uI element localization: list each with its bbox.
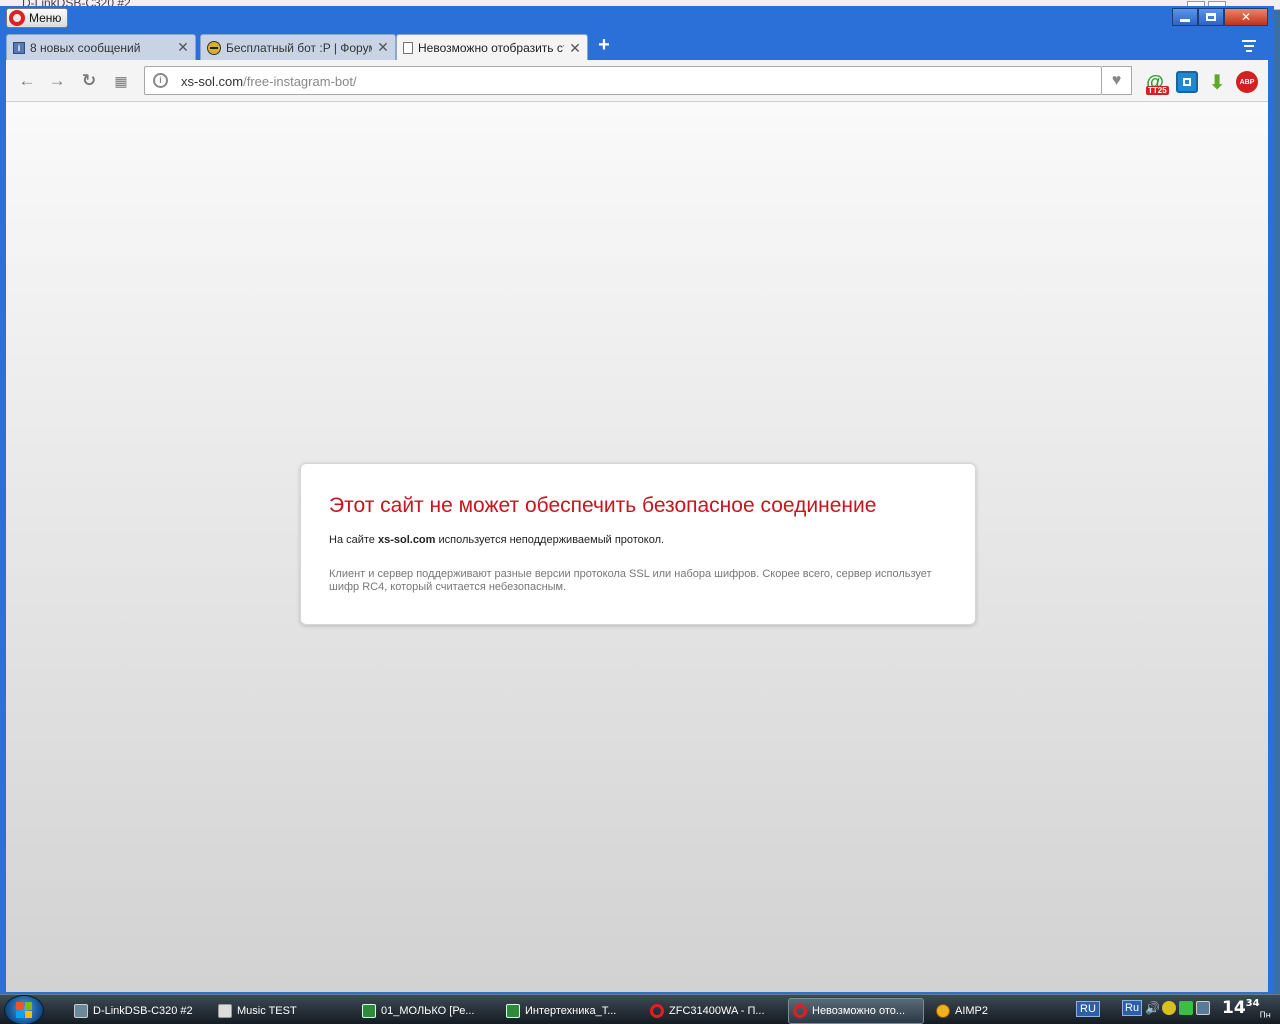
system-tray: Ru 🔊	[1122, 1000, 1211, 1016]
taskbar-item-intertehnika[interactable]: Интертехника_Т...	[502, 998, 642, 1024]
close-button[interactable]: ✕	[1224, 8, 1268, 26]
sound-app-icon	[218, 1004, 232, 1018]
volume-icon[interactable]: 🔊	[1145, 1001, 1160, 1015]
opera-window: Меню ✕ i 8 новых сообщений ✕ Бесплатный …	[0, 6, 1274, 994]
taskbar-item-music-test[interactable]: Music TEST	[214, 998, 354, 1024]
bot-avatar-icon	[207, 40, 221, 55]
tab-title: Невозможно отобразить стр	[418, 41, 564, 55]
page-content: Этот сайт не может обеспечить безопасное…	[6, 102, 1268, 992]
speed-dial-grid-icon[interactable]: ▦	[110, 70, 132, 92]
bookmark-heart-icon[interactable]: ♥	[1102, 66, 1132, 95]
adblock-plus-icon[interactable]: ABP	[1236, 71, 1258, 93]
error-message: На сайте xs-sol.com используется неподде…	[329, 534, 947, 546]
minimize-button[interactable]	[1172, 8, 1198, 26]
taskbar-item-label: D-LinkDSB-C320 #2	[93, 1005, 193, 1017]
address-bar[interactable]: i xs-sol.com/free-instagram-bot/	[144, 66, 1102, 95]
navigation-toolbar: ← → ↻ ▦ i xs-sol.com/free-instagram-bot/…	[6, 60, 1268, 102]
maximize-button[interactable]	[1198, 8, 1224, 26]
taskbar-item-label: Music TEST	[237, 1005, 297, 1017]
error-message-prefix: На сайте	[329, 534, 378, 546]
windows-logo-icon	[16, 1002, 32, 1018]
spreadsheet-icon	[362, 1004, 376, 1018]
taskbar-item-label: Невозможно ото...	[812, 1005, 906, 1017]
reload-icon[interactable]: ↻	[78, 70, 100, 92]
site-info-icon[interactable]: i	[153, 73, 168, 88]
error-domain: xs-sol.com	[377, 534, 436, 546]
tab-error-page[interactable]: Невозможно отобразить стр ✕	[396, 34, 588, 61]
start-button[interactable]	[4, 995, 44, 1024]
tt25-badge: TT25	[1146, 86, 1169, 95]
tab-title: Бесплатный бот :P | Форум	[226, 40, 372, 55]
tab-free-bot[interactable]: Бесплатный бот :P | Форум ✕	[200, 34, 396, 60]
url-text[interactable]: xs-sol.com/free-instagram-bot/	[181, 74, 357, 89]
clock[interactable]: 1434Пн	[1222, 998, 1271, 1019]
error-card: Этот сайт не может обеспечить безопасное…	[300, 463, 976, 625]
taskbar: D-LinkDSB-C320 #2 Music TEST 01_МОЛЬКО […	[0, 994, 1280, 1024]
menu-label: Меню	[29, 11, 62, 25]
aimp-icon	[936, 1004, 950, 1018]
spreadsheet-icon	[506, 1004, 520, 1018]
error-detail: Клиент и сервер поддерживают разные верс…	[329, 568, 932, 593]
window-controls: ✕	[1172, 8, 1268, 26]
clock-day: Пн	[1259, 1010, 1271, 1020]
tray-language-icon[interactable]: Ru	[1122, 1000, 1143, 1016]
download-arrow-icon[interactable]: ⬇	[1206, 71, 1228, 94]
opera-menu-button[interactable]: Меню	[6, 8, 68, 28]
back-arrow-icon[interactable]: ←	[16, 70, 38, 92]
screenshot-square-icon[interactable]	[1176, 71, 1198, 93]
taskbar-item-error-page[interactable]: Невозможно ото...	[788, 998, 924, 1024]
taskbar-item-zfc[interactable]: ZFC31400WA - П...	[646, 998, 786, 1024]
error-title: Этот сайт не может обеспечить безопасное…	[329, 494, 877, 517]
opera-icon	[650, 1004, 664, 1018]
error-message-suffix: используется неподдерживаемый протокол.	[435, 534, 665, 546]
clock-minute: 34	[1245, 998, 1260, 1009]
tray-app-icon[interactable]	[1162, 1001, 1177, 1015]
language-indicator[interactable]: RU	[1076, 1001, 1100, 1017]
tab-close-icon[interactable]: ✕	[569, 40, 581, 57]
clock-hour: 14	[1222, 998, 1246, 1018]
url-path: /free-instagram-bot/	[243, 74, 357, 89]
tab-menu-icon[interactable]	[1242, 40, 1256, 55]
document-icon	[403, 42, 413, 54]
taskbar-item-dlink[interactable]: D-LinkDSB-C320 #2	[70, 998, 210, 1024]
tab-title: 8 новых сообщений	[30, 40, 141, 55]
url-domain: xs-sol.com	[181, 74, 244, 89]
minimize-icon	[1180, 18, 1190, 22]
title-bar: Меню ✕	[6, 6, 1268, 32]
camera-app-icon	[74, 1004, 88, 1018]
forward-arrow-icon[interactable]: →	[46, 70, 68, 92]
tab-bar: i 8 новых сообщений ✕ Бесплатный бот :P …	[6, 32, 1268, 61]
taskbar-item-label: ZFC31400WA - П...	[669, 1005, 765, 1017]
tab-close-icon[interactable]: ✕	[177, 39, 189, 56]
tray-green-icon[interactable]	[1179, 1001, 1194, 1015]
tt25-mail-icon[interactable]: @ TT25	[1144, 71, 1169, 95]
taskbar-item-molko[interactable]: 01_МОЛЬКО [Ре...	[358, 998, 498, 1024]
maximize-icon	[1206, 13, 1216, 21]
taskbar-item-label: 01_МОЛЬКО [Ре...	[381, 1005, 475, 1017]
network-icon[interactable]	[1196, 1001, 1211, 1015]
opera-logo-icon	[9, 10, 25, 26]
new-tab-button[interactable]: +	[594, 35, 614, 56]
taskbar-item-label: AIMP2	[955, 1005, 989, 1017]
opera-icon	[793, 1004, 807, 1018]
taskbar-item-label: Интертехника_Т...	[525, 1005, 617, 1017]
tab-messages[interactable]: i 8 новых сообщений ✕	[6, 34, 196, 60]
taskbar-item-aimp[interactable]: AIMP2	[932, 998, 1052, 1024]
message-icon: i	[13, 41, 25, 54]
tab-close-icon[interactable]: ✕	[377, 39, 389, 56]
